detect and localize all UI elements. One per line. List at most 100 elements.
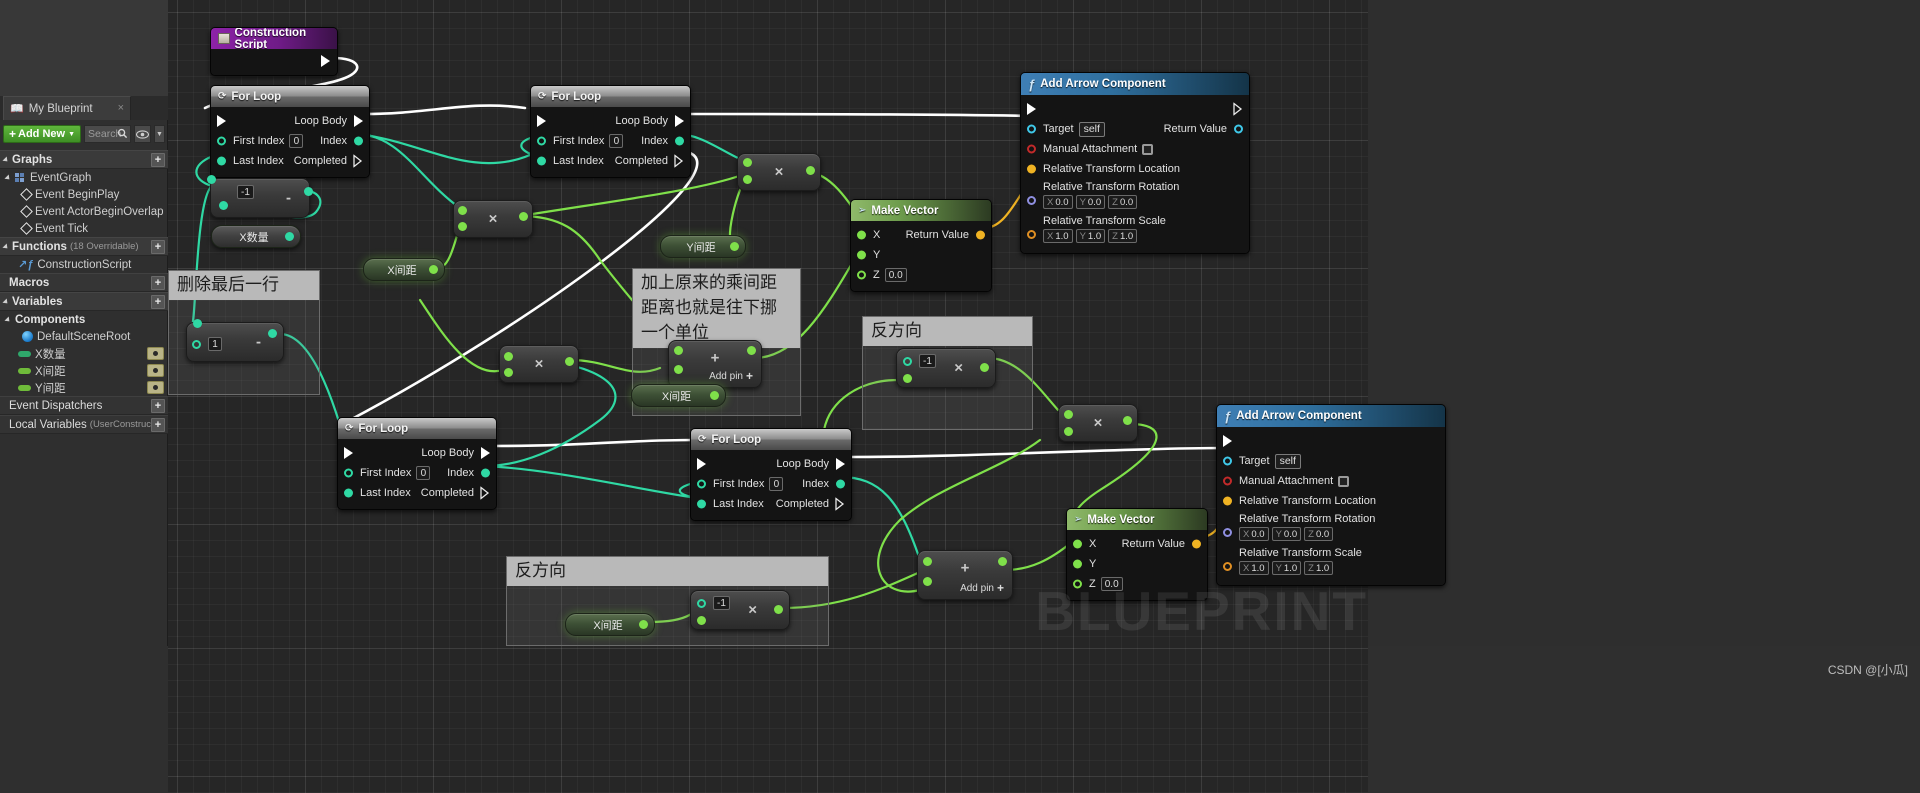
- math-output-pin[interactable]: [998, 557, 1007, 566]
- tree-item-eventgraph[interactable]: EventGraph: [0, 169, 168, 186]
- exec-output-pin[interactable]: [321, 55, 330, 67]
- math-input-pin-b[interactable]: [458, 222, 467, 231]
- tree-item-variable-x-jianju[interactable]: X间距: [0, 362, 168, 379]
- math-input-pin-a[interactable]: [458, 206, 467, 215]
- rotation-z-field[interactable]: Z 0.0: [1108, 195, 1138, 209]
- float-input-pin-y[interactable]: [1073, 559, 1082, 569]
- int-input-pin-last-index[interactable]: [697, 499, 706, 509]
- first-index-field[interactable]: 0: [289, 134, 304, 148]
- math-input-pin-a[interactable]: [697, 599, 706, 608]
- exec-input-pin[interactable]: [537, 115, 546, 127]
- node-subtract-1[interactable]: -1 -: [207, 175, 313, 218]
- math-output-pin[interactable]: [268, 329, 277, 338]
- exec-output-loop-body-pin[interactable]: [481, 447, 490, 459]
- manual-attachment-checkbox[interactable]: [1338, 475, 1350, 487]
- z-value-field[interactable]: 0.0: [1100, 577, 1123, 591]
- add-variable-button[interactable]: +: [151, 295, 165, 309]
- eye-icon[interactable]: [147, 364, 164, 377]
- scale-y-field[interactable]: Y 1.0: [1075, 229, 1106, 243]
- variable-output-pin[interactable]: [639, 620, 648, 629]
- node-multiply-4[interactable]: -1 ×: [896, 348, 996, 388]
- options-dropdown-button[interactable]: ▼: [153, 125, 165, 143]
- target-self-field[interactable]: self: [1078, 121, 1105, 137]
- node-make-vector-2[interactable]: ➢ Make Vector X Return Value Y Z 0.0: [1066, 508, 1208, 601]
- math-input-pin-b[interactable]: [219, 201, 228, 210]
- node-multiply-5[interactable]: ×: [1058, 404, 1138, 442]
- target-self-field[interactable]: self: [1274, 453, 1301, 469]
- bool-input-pin-manual-attachment[interactable]: [1223, 476, 1232, 486]
- add-macro-button[interactable]: +: [151, 276, 165, 290]
- exec-output-completed-pin[interactable]: [353, 154, 363, 168]
- exec-input-pin[interactable]: [1223, 435, 1232, 447]
- math-output-pin[interactable]: [980, 363, 989, 372]
- int-input-pin-first-index[interactable]: [344, 468, 353, 478]
- node-variable-get-x-shuliang[interactable]: X数量: [211, 225, 301, 248]
- node-for-loop-4[interactable]: ⟳ For Loop Loop Body First Index 0 Index…: [690, 428, 852, 521]
- section-graphs[interactable]: Graphs +: [0, 150, 168, 169]
- node-for-loop-3[interactable]: ⟳ For Loop Loop Body First Index 0 Index…: [337, 417, 497, 510]
- node-for-loop-2[interactable]: ⟳ For Loop Loop Body First Index 0 Index…: [530, 85, 691, 178]
- rotation-y-field[interactable]: Y 0.0: [1075, 195, 1106, 209]
- close-icon[interactable]: ×: [118, 102, 124, 114]
- first-index-field[interactable]: 0: [769, 477, 784, 491]
- int-input-pin-first-index[interactable]: [217, 136, 226, 146]
- exec-output-loop-body-pin[interactable]: [836, 458, 845, 470]
- tree-item-defaultsceneroot[interactable]: DefaultSceneRoot: [0, 328, 168, 345]
- exec-output-loop-body-pin[interactable]: [354, 115, 363, 127]
- math-output-pin[interactable]: [304, 187, 313, 196]
- transform-input-pin-relative-scale[interactable]: [1223, 562, 1232, 571]
- first-index-field[interactable]: 0: [416, 466, 431, 480]
- rotation-z-field[interactable]: Z 0.0: [1304, 527, 1334, 541]
- object-input-pin-target[interactable]: [1027, 124, 1036, 134]
- tree-item-event-tick[interactable]: Event Tick: [0, 220, 168, 237]
- node-for-loop-1[interactable]: ⟳ For Loop Loop Body First Index 0 Index…: [210, 85, 370, 178]
- math-output-pin[interactable]: [519, 212, 528, 221]
- scale-z-field[interactable]: Z 1.0: [1108, 229, 1138, 243]
- eye-icon[interactable]: [147, 347, 164, 360]
- math-input-pin-a[interactable]: [1064, 410, 1073, 419]
- float-input-pin-z[interactable]: [857, 270, 866, 280]
- add-pin-button[interactable]: Add pin +: [709, 369, 753, 383]
- section-macros[interactable]: Macros +: [0, 273, 168, 292]
- exec-output-loop-body-pin[interactable]: [675, 115, 684, 127]
- exec-input-pin[interactable]: [1027, 103, 1036, 115]
- section-variables[interactable]: Variables +: [0, 292, 168, 311]
- node-variable-get-x-jianju-2[interactable]: X间距: [631, 384, 726, 407]
- math-output-pin[interactable]: [747, 346, 756, 355]
- math-input-pin-a[interactable]: [207, 175, 216, 184]
- node-multiply-2[interactable]: ×: [737, 153, 821, 191]
- add-event-dispatcher-button[interactable]: +: [151, 399, 165, 413]
- constant-field[interactable]: -1: [713, 596, 730, 610]
- section-components[interactable]: Components: [0, 311, 168, 328]
- exec-output-completed-pin[interactable]: [835, 497, 845, 511]
- rotation-x-field[interactable]: X 0.0: [1043, 195, 1073, 209]
- object-input-pin-target[interactable]: [1223, 456, 1232, 466]
- search-input[interactable]: Search: [84, 125, 132, 143]
- node-add-2[interactable]: + Add pin +: [917, 550, 1013, 600]
- exec-input-pin[interactable]: [217, 115, 226, 127]
- exec-output-completed-pin[interactable]: [674, 154, 684, 168]
- node-construction-script[interactable]: Construction Script: [210, 27, 338, 76]
- int-input-pin-first-index[interactable]: [537, 136, 546, 146]
- math-input-pin-a[interactable]: [923, 557, 932, 566]
- scale-y-field[interactable]: Y 1.0: [1271, 561, 1302, 575]
- int-output-pin-index[interactable]: [675, 136, 684, 146]
- math-input-pin-a[interactable]: [674, 346, 683, 355]
- add-graph-button[interactable]: +: [151, 153, 165, 167]
- bool-input-pin-manual-attachment[interactable]: [1027, 144, 1036, 154]
- int-input-pin-last-index[interactable]: [217, 156, 226, 166]
- tree-item-variable-x-shuliang[interactable]: X数量: [0, 345, 168, 362]
- math-output-pin[interactable]: [806, 166, 815, 175]
- scale-z-field[interactable]: Z 1.0: [1304, 561, 1334, 575]
- int-output-pin-index[interactable]: [354, 136, 363, 146]
- exec-input-pin[interactable]: [344, 447, 353, 459]
- rotation-y-field[interactable]: Y 0.0: [1271, 527, 1302, 541]
- node-variable-get-x-jianju-3[interactable]: X间距: [565, 613, 655, 636]
- node-variable-get-x-jianju-1[interactable]: X间距: [363, 258, 445, 281]
- float-input-pin-y[interactable]: [857, 250, 866, 260]
- vector-input-pin-relative-location[interactable]: [1223, 496, 1232, 506]
- exec-output-pin[interactable]: [1233, 102, 1243, 116]
- tree-item-variable-y-jianju[interactable]: Y间距: [0, 379, 168, 396]
- math-input-pin-b[interactable]: [923, 577, 932, 586]
- math-input-pin-b[interactable]: [743, 175, 752, 184]
